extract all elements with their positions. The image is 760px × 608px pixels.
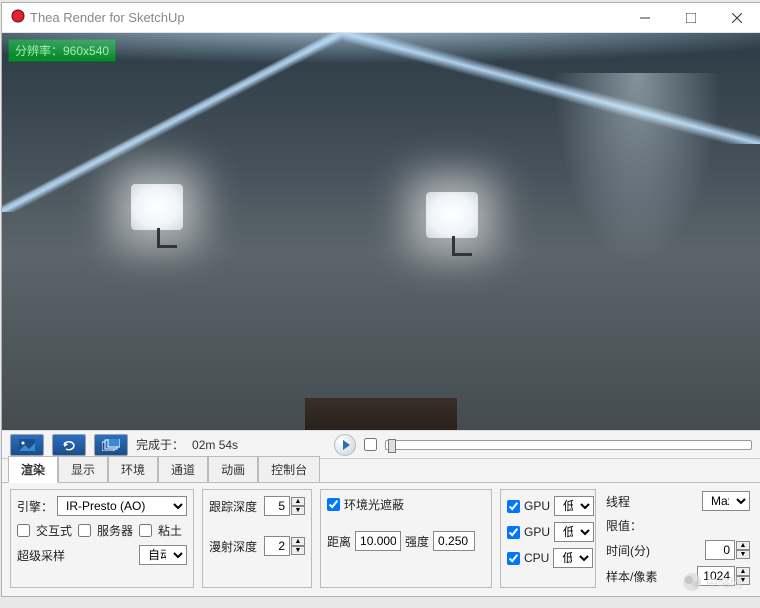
window-title: Thea Render for SketchUp: [26, 10, 622, 25]
interactive-checkbox[interactable]: [17, 524, 30, 537]
slider-thumb[interactable]: [388, 439, 396, 453]
diffuse-depth-label: 漫射深度: [209, 538, 260, 555]
minimize-button[interactable]: [622, 3, 668, 33]
refresh-icon: [61, 439, 77, 451]
spin-up-icon[interactable]: ▲: [291, 497, 305, 506]
tab-console[interactable]: 控制台: [258, 456, 320, 483]
spin-up-icon[interactable]: ▲: [291, 537, 305, 546]
play-button[interactable]: [334, 434, 356, 456]
completed-label: 完成于：: [136, 436, 184, 453]
device-checkbox-1[interactable]: [507, 526, 520, 539]
ao-intensity-label: 强度: [405, 533, 429, 550]
time-input[interactable]: [705, 540, 735, 560]
settings-tabs: 渲染 显示 环境 通道 动画 控制台: [2, 458, 760, 482]
engine-label: 引擎：: [17, 498, 53, 515]
ao-distance-input[interactable]: [355, 531, 401, 551]
trace-depth-spinner[interactable]: ▲▼: [264, 496, 305, 516]
tab-display[interactable]: 显示: [58, 456, 108, 483]
spin-down-icon[interactable]: ▼: [291, 546, 305, 555]
device-row-0: GPU 低: [507, 496, 589, 516]
app-icon: [10, 8, 26, 27]
render-spotlight: [537, 73, 737, 373]
gallery-button[interactable]: [94, 434, 128, 456]
wechat-icon: [682, 572, 702, 592]
trace-depth-label: 跟踪深度: [209, 498, 260, 515]
ao-enable-label: 环境光遮蔽: [344, 496, 404, 513]
image-icon: [19, 439, 35, 451]
app-window: Thea Render for SketchUp 分辨率：960x540 完成于…: [1, 2, 760, 597]
tab-render[interactable]: 渲染: [8, 456, 58, 483]
clay-label: 粘土: [158, 522, 182, 539]
device-level-2[interactable]: 低: [553, 548, 593, 568]
supersampling-select[interactable]: 自动: [139, 545, 187, 565]
diffuse-depth-input[interactable]: [264, 536, 290, 556]
ao-distance-label: 距离: [327, 533, 351, 550]
spin-down-icon[interactable]: ▼: [291, 506, 305, 515]
maximize-button[interactable]: [668, 3, 714, 33]
diffuse-depth-spinner[interactable]: ▲▼: [264, 536, 305, 556]
settings-panel: 引擎： IR-Presto (AO) 交互式 服务器 粘土 超级采样 自动 跟踪…: [2, 482, 760, 596]
ao-group: 环境光遮蔽 距离 强度: [320, 489, 492, 588]
threads-select[interactable]: Max: [702, 491, 750, 511]
device-row-1: GPU 低: [507, 522, 589, 542]
server-label: 服务器: [97, 522, 133, 539]
watermark: 中略网: [682, 572, 742, 592]
render-lamp-left: [131, 184, 191, 248]
render-lamp-right: [426, 192, 486, 256]
device-row-2: CPU 低: [507, 548, 589, 568]
devices-group: GPU 低 GPU 低 CPU 低: [500, 489, 596, 588]
device-checkbox-2[interactable]: [507, 552, 520, 565]
spin-up-icon[interactable]: ▲: [736, 541, 750, 550]
threads-label: 线程: [606, 493, 698, 510]
render-floor: [305, 398, 457, 430]
tab-channels[interactable]: 通道: [158, 456, 208, 483]
ao-intensity-input[interactable]: [433, 531, 475, 551]
ao-enable-checkbox[interactable]: [327, 498, 340, 511]
render-viewport: 分辨率：960x540: [2, 33, 760, 430]
save-image-button[interactable]: [10, 434, 44, 456]
progress-toolbar: 完成于： 02m 54s: [2, 430, 760, 458]
time-label: 时间(分): [606, 542, 701, 559]
time-spinner[interactable]: ▲▼: [705, 540, 750, 560]
play-icon: [343, 440, 350, 450]
interactive-label: 交互式: [36, 522, 72, 539]
trace-depth-input[interactable]: [264, 496, 290, 516]
device-level-0[interactable]: 低: [554, 496, 594, 516]
device-label-1: GPU: [524, 525, 550, 539]
supersampling-label: 超级采样: [17, 547, 135, 564]
tab-animation[interactable]: 动画: [208, 456, 258, 483]
stack-icon: [102, 439, 120, 451]
engine-group: 引擎： IR-Presto (AO) 交互式 服务器 粘土 超级采样 自动: [10, 489, 194, 588]
watermark-text: 中略网: [706, 574, 742, 591]
completed-time: 02m 54s: [192, 438, 238, 452]
progress-lock-checkbox[interactable]: [364, 438, 377, 451]
device-checkbox-0[interactable]: [507, 500, 520, 513]
tab-environment[interactable]: 环境: [108, 456, 158, 483]
samples-label: 样本/像素: [606, 568, 693, 585]
server-checkbox[interactable]: [78, 524, 91, 537]
close-button[interactable]: [714, 3, 760, 33]
device-label-0: GPU: [524, 499, 550, 513]
device-level-1[interactable]: 低: [554, 522, 594, 542]
depth-group: 跟踪深度 ▲▼ 漫射深度 ▲▼: [202, 489, 312, 588]
clay-checkbox[interactable]: [139, 524, 152, 537]
engine-select[interactable]: IR-Presto (AO): [57, 496, 187, 516]
progress-slider[interactable]: [385, 440, 752, 450]
spin-down-icon[interactable]: ▼: [736, 550, 750, 559]
device-label-2: CPU: [524, 551, 549, 565]
refresh-button[interactable]: [52, 434, 86, 456]
limit-label: 限值：: [606, 517, 642, 534]
titlebar: Thea Render for SketchUp: [2, 3, 760, 33]
